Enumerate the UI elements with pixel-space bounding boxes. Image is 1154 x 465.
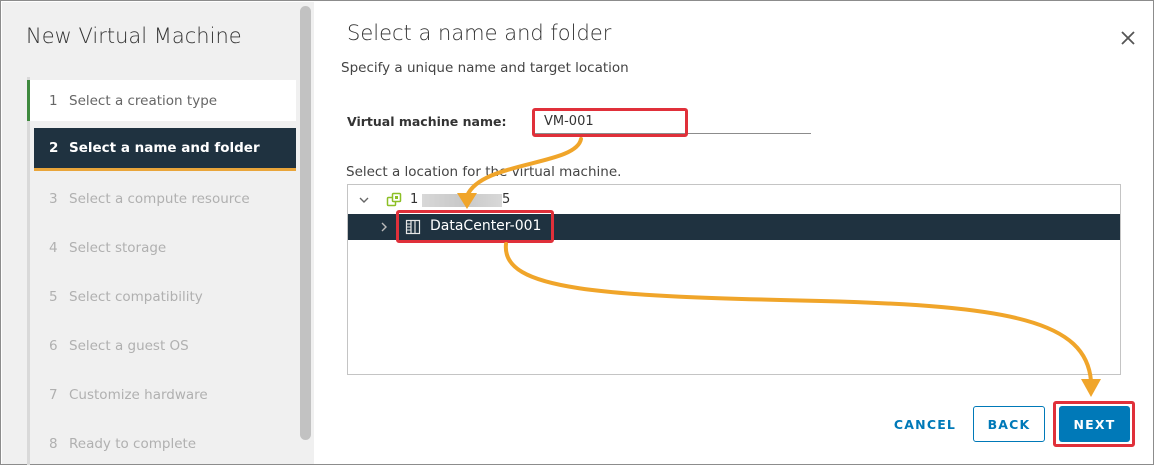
arrow-head-next: [1081, 379, 1101, 397]
step-label: Select compatibility: [69, 288, 203, 305]
close-icon[interactable]: [1118, 28, 1138, 48]
new-vm-dialog: New Virtual Machine 1 Select a creation …: [0, 0, 1154, 465]
tree-row-datacenter[interactable]: DataCenter-001: [348, 214, 1120, 240]
step-number: 5: [49, 288, 58, 305]
tree-datacenter-label: DataCenter-001: [430, 218, 542, 234]
step-label: Select storage: [69, 239, 167, 256]
vcenter-icon: [386, 192, 402, 207]
sidebar-scrollbar[interactable]: [300, 6, 311, 440]
tree-root-label-prefix: 1: [410, 192, 419, 207]
step-label: Select a compute resource: [69, 190, 250, 207]
chevron-down-icon[interactable]: [358, 194, 370, 206]
page-subtitle: Specify a unique name and target locatio…: [341, 60, 629, 76]
wizard-title: New Virtual Machine: [26, 24, 242, 48]
step-label: Ready to complete: [69, 435, 197, 452]
location-tree: 1 5 DataCenter-001: [347, 184, 1121, 375]
step-select-guest-os: 6 Select a guest OS: [27, 325, 296, 366]
step-select-creation-type[interactable]: 1 Select a creation type: [27, 80, 296, 121]
step-label: Select a creation type: [69, 92, 218, 109]
step-select-compatibility: 5 Select compatibility: [27, 276, 296, 317]
step-select-name-and-folder[interactable]: 2 Select a name and folder: [34, 128, 296, 171]
step-number: 7: [49, 386, 58, 403]
step-number: 1: [49, 92, 58, 109]
cancel-button[interactable]: CANCEL: [885, 406, 965, 442]
step-number: 2: [49, 140, 59, 156]
tree-root-label-suffix: 5: [502, 192, 511, 207]
step-ready-to-complete: 8 Ready to complete: [27, 423, 296, 464]
next-button[interactable]: NEXT: [1059, 406, 1130, 442]
step-number: 3: [49, 190, 58, 207]
page-title: Select a name and folder: [347, 21, 612, 45]
step-number: 6: [49, 337, 58, 354]
step-select-compute-resource: 3 Select a compute resource: [27, 178, 296, 219]
vm-name-input[interactable]: [534, 110, 811, 134]
step-label: Select a guest OS: [69, 337, 189, 354]
chevron-right-icon[interactable]: [378, 221, 390, 233]
step-number: 4: [49, 239, 58, 256]
step-label: Select a name and folder: [69, 140, 260, 156]
wizard-sidebar: New Virtual Machine 1 Select a creation …: [2, 2, 314, 465]
vm-name-label: Virtual machine name:: [347, 114, 507, 129]
step-select-storage: 4 Select storage: [27, 227, 296, 268]
datacenter-icon: [405, 219, 421, 235]
tree-row-vcenter[interactable]: 1 5: [348, 187, 1120, 213]
step-number: 8: [49, 435, 58, 452]
back-button[interactable]: BACK: [973, 406, 1045, 442]
redacted-text: [422, 194, 502, 207]
step-label: Customize hardware: [69, 386, 208, 403]
location-label: Select a location for the virtual machin…: [346, 164, 622, 180]
step-customize-hardware: 7 Customize hardware: [27, 374, 296, 415]
